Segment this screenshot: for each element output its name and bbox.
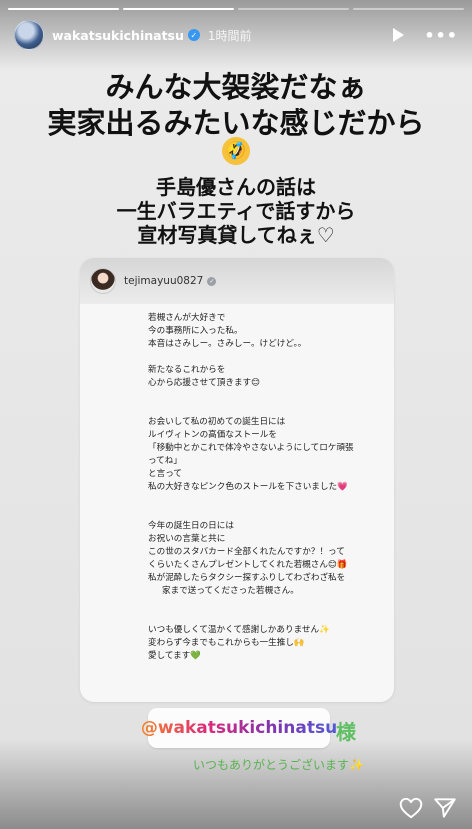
shared-post-header: tejimayuu0827 ✓ (80, 258, 394, 304)
send-icon[interactable] (432, 795, 458, 821)
heart-icon[interactable] (398, 795, 424, 821)
username[interactable]: wakatsukichinatsu (52, 28, 184, 43)
more-options-icon[interactable]: ••• (424, 26, 458, 45)
shared-post-line: この世のスタバカード全部くれたんですか？！って (148, 547, 345, 557)
shared-post-username: tejimayuu0827 (124, 275, 204, 287)
shared-post-line: 「移動中とかこれで体冷やさないようにしてロケ頑張 (148, 443, 354, 453)
shared-post-line: 愛してます💚 (148, 651, 201, 661)
story-header: wakatsukichinatsu ✓ 1時間前 ••• (14, 20, 458, 50)
progress-segment (123, 8, 234, 10)
shared-post-line: いつも優しくて温かくて感謝しかありません✨ (148, 625, 330, 635)
shared-post-line: 私が泥酔したらタクシー探すふりしてわざわざ私を (148, 573, 346, 583)
mention-sticker[interactable]: @wakatsukichinatsu (141, 708, 337, 748)
shared-post-line: くらいたくさんプレゼントしてくれた若槻さん😊🎁 (148, 560, 348, 570)
story-progress-bar (8, 8, 464, 10)
shared-post-line: お会いして私の初めての誕生日には (148, 417, 286, 427)
shared-post-line: お祝いの言葉と共に (148, 534, 226, 544)
post-time: 1時間前 (207, 28, 252, 43)
overlay-text-line-5: 宣材写真貸してねぇ♡ (137, 223, 335, 247)
shared-post-line: 若槻さんが大好きで (148, 313, 226, 323)
shared-post-line: 本音はさみしー。さみしー。けどけど。。 (148, 339, 307, 349)
verified-badge-icon: ✓ (187, 29, 200, 41)
shared-post-line: と言って (148, 469, 182, 479)
shared-post-text: 若槻さんが大好きで今の事務所に入った私。本音はさみしー。さみしー。けどけど。。新… (148, 312, 388, 663)
verified-badge-icon: ✓ (207, 276, 217, 286)
mention-text[interactable]: @wakatsukichinatsu (141, 718, 337, 738)
shared-post-line: 今の事務所に入った私。 (148, 326, 243, 336)
shared-post-line: 新たなるこれからを (148, 365, 226, 375)
honorific-text: 様 (336, 720, 356, 744)
shared-post-line: 家まで送ってくださった若槻さん。 (162, 586, 299, 596)
shared-post-line: 心から応援させて頂きます😊 (148, 378, 261, 388)
overlay-text-line-2: 実家出るみたいな感じだから (47, 106, 425, 140)
shared-post-card[interactable]: tejimayuu0827 ✓ 若槻さんが大好きで今の事務所に入った私。本音はさ… (80, 258, 394, 702)
shared-post-line: ってね」 (148, 456, 182, 466)
avatar[interactable] (14, 20, 44, 50)
progress-segment (238, 8, 349, 10)
shared-post-line: ルイヴィトンの高価なストールを (148, 430, 277, 440)
progress-segment (8, 8, 119, 10)
shared-post-line: 私の大好きなピンク色のストールを下さいました💗 (148, 482, 348, 492)
shared-post-line: 今年の誕生日の日には (148, 521, 234, 531)
progress-segment (353, 8, 464, 10)
thanks-text: いつもありがとうございます✨ (193, 758, 364, 772)
play-icon[interactable] (393, 28, 405, 42)
story-view[interactable]: wakatsukichinatsu ✓ 1時間前 ••• みんな大袈裟だなぁ 実… (0, 0, 472, 829)
shared-post-line: 変わらず今までもこれからも一生推し🙌 (148, 638, 305, 648)
shared-post-avatar (90, 268, 116, 294)
